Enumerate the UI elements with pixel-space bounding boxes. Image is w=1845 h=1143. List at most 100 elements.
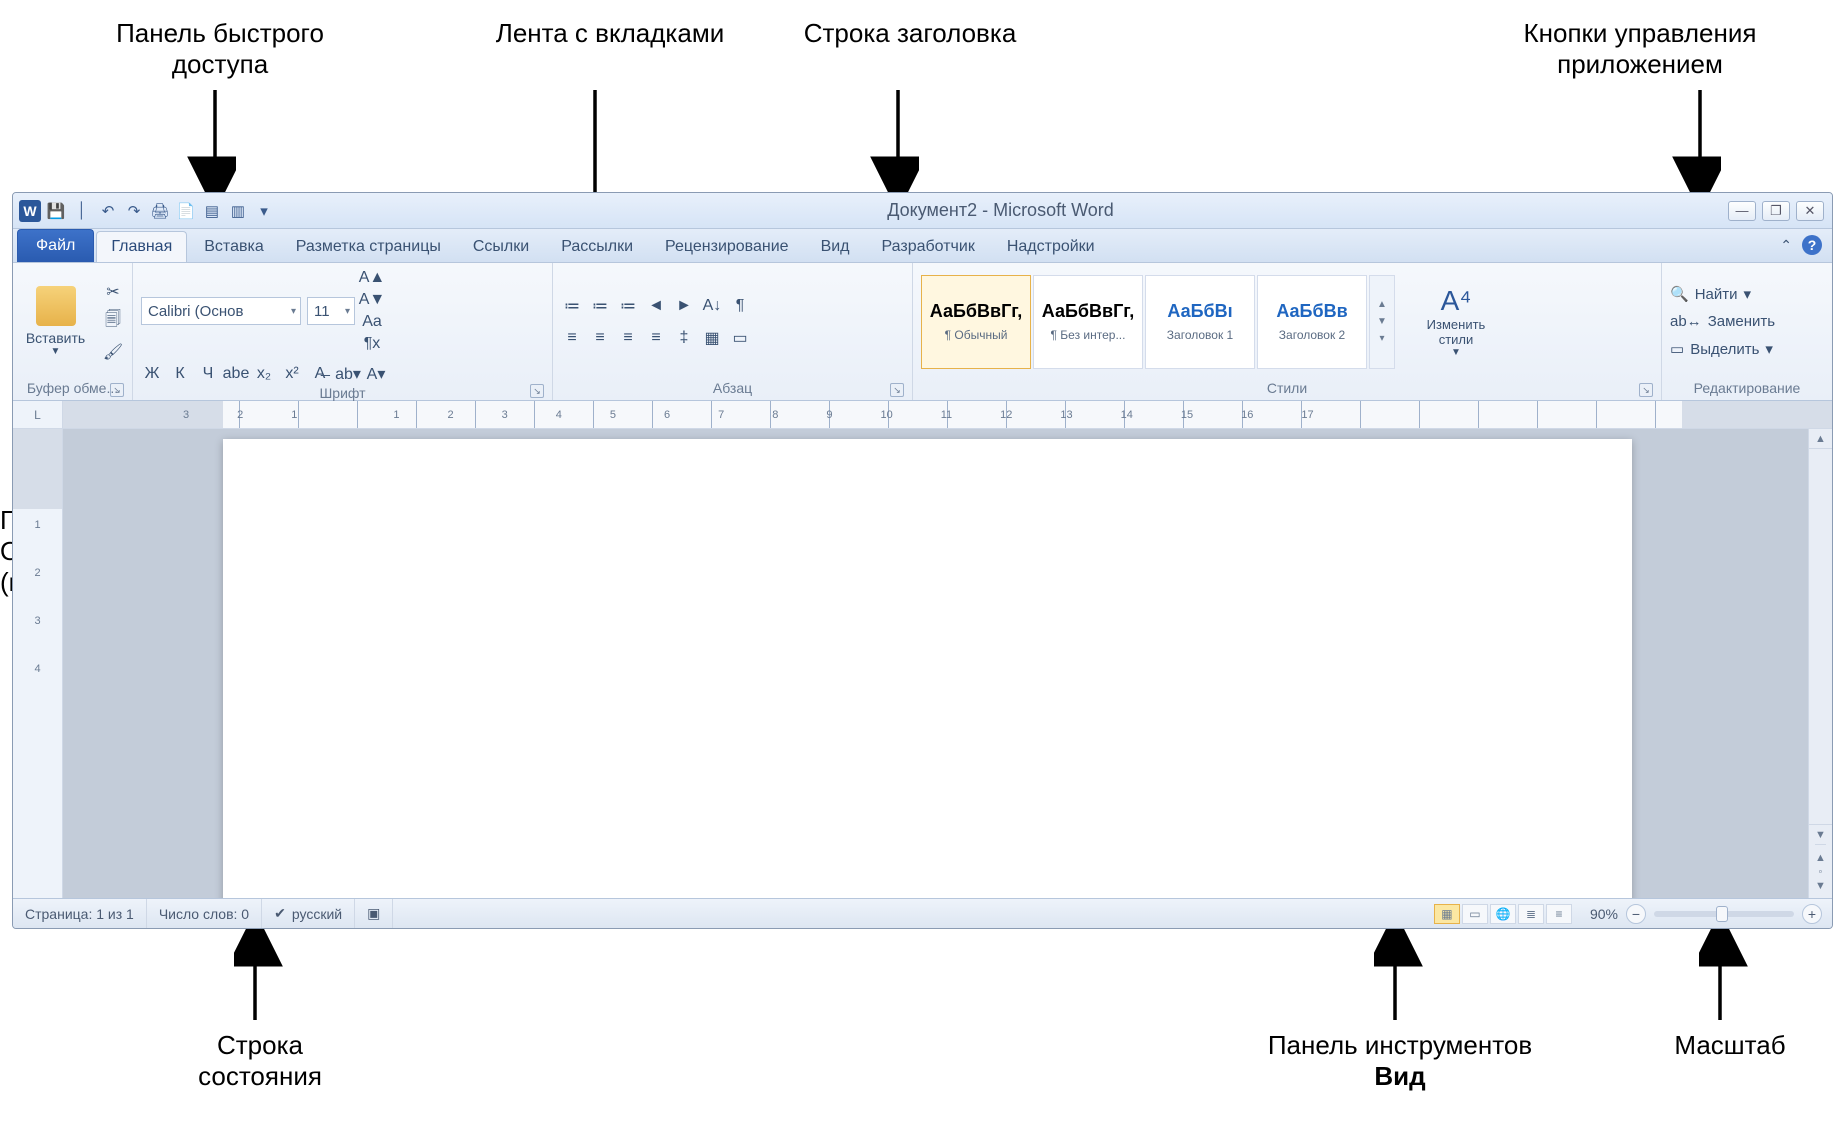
zoom-slider[interactable]	[1654, 911, 1794, 917]
qat-dd-icon[interactable]: ▾	[255, 202, 273, 220]
style-item[interactable]: АаБбВвГг,¶ Без интер...	[1033, 275, 1143, 369]
styles-gallery-more[interactable]: ▲▼▾	[1369, 275, 1395, 369]
font-btn[interactable]: ¶x	[361, 333, 383, 355]
tab-selector[interactable]: L	[13, 401, 63, 428]
qat-save-icon[interactable]: 💾	[47, 202, 65, 220]
tab-Ссылки[interactable]: Ссылки	[458, 231, 544, 262]
para-btn[interactable]: ≔	[617, 295, 639, 317]
font-btn[interactable]: A▾	[365, 363, 387, 385]
font-btn[interactable]: x₂	[253, 363, 275, 385]
tab-Рецензирование[interactable]: Рецензирование	[650, 231, 804, 262]
font-btn[interactable]: A▼	[361, 289, 383, 311]
tab-Главная[interactable]: Главная	[96, 231, 187, 262]
para-btn[interactable]: ◄	[645, 295, 667, 317]
font-btn[interactable]: A̶	[309, 363, 331, 385]
font-size-value: 11	[314, 303, 330, 320]
para-btn[interactable]: ≡	[617, 327, 639, 349]
font-btn[interactable]: Aa	[361, 311, 383, 333]
paragraph-dialog-launcher[interactable]: ↘	[890, 383, 904, 397]
para-btn[interactable]: ≡	[645, 327, 667, 349]
para-btn[interactable]: ‡	[673, 327, 695, 349]
tab-Вид[interactable]: Вид	[806, 231, 865, 262]
status-word-count[interactable]: Число слов: 0	[147, 899, 262, 928]
font-btn[interactable]: К	[169, 363, 191, 385]
qat-open-icon[interactable]: ▥	[229, 202, 247, 220]
para-btn[interactable]: A↓	[701, 295, 723, 317]
minimize-button[interactable]: —	[1728, 201, 1756, 221]
qat-new-icon[interactable]: ▤	[203, 202, 221, 220]
zoom-slider-knob[interactable]	[1716, 906, 1728, 922]
styles-dialog-launcher[interactable]: ↘	[1639, 383, 1653, 397]
title-bar[interactable]: W 💾 │ ↶ ↷ 🖨 📄 ▤ ▥ ▾ Документ2 - Microsof…	[13, 193, 1832, 229]
qat-sep-icon: │	[73, 202, 91, 220]
clipboard-dialog-launcher[interactable]: ↘	[110, 383, 124, 397]
replace-button[interactable]: ab↔ Заменить	[1670, 313, 1775, 330]
para-btn[interactable]: ≔	[561, 295, 583, 317]
font-btn[interactable]: abe	[225, 363, 247, 385]
horizontal-ruler[interactable]: 3211234567891011121314151617	[63, 401, 1832, 428]
font-btn[interactable]: x²	[281, 363, 303, 385]
para-btn[interactable]: ≔	[589, 295, 611, 317]
vertical-ruler[interactable]: 1234	[13, 429, 63, 898]
status-macro[interactable]: ▣	[355, 899, 393, 928]
app-icon[interactable]: W	[19, 200, 41, 222]
browse-object-controls[interactable]: ▲ ◦ ▼	[1815, 844, 1826, 898]
change-styles-button[interactable]: A⁴ Изменить стили ▼	[1413, 285, 1499, 358]
select-browse-object-icon[interactable]: ◦	[1819, 866, 1823, 878]
document-page[interactable]	[223, 439, 1632, 929]
tab-file[interactable]: Файл	[17, 229, 94, 262]
status-page[interactable]: Страница: 1 из 1	[13, 899, 147, 928]
group-clipboard-label: Буфер обме...	[27, 380, 118, 396]
paste-button[interactable]: Вставить ▼	[21, 275, 90, 369]
para-btn[interactable]: ▦	[701, 327, 723, 349]
cut-icon[interactable]: ✂	[102, 281, 124, 303]
minimize-ribbon-icon[interactable]: ⌃	[1780, 237, 1792, 254]
view-outline[interactable]: ≣	[1518, 904, 1544, 924]
format-painter-icon[interactable]: 🖌	[102, 341, 124, 363]
font-size-combo[interactable]: 11▾	[307, 297, 355, 325]
tab-Разметка страницы[interactable]: Разметка страницы	[281, 231, 456, 262]
para-btn[interactable]: ▭	[729, 327, 751, 349]
para-btn[interactable]: ¶	[729, 295, 751, 317]
font-btn[interactable]: A▲	[361, 267, 383, 289]
scroll-up-icon[interactable]: ▲	[1809, 429, 1832, 449]
font-btn[interactable]: Ж	[141, 363, 163, 385]
view-web[interactable]: 🌐	[1490, 904, 1516, 924]
status-language[interactable]: ✔ русский	[262, 899, 355, 928]
next-object-icon[interactable]: ▼	[1815, 880, 1826, 892]
style-item[interactable]: АаБбВıЗаголовок 1	[1145, 275, 1255, 369]
para-btn[interactable]: ►	[673, 295, 695, 317]
scroll-down-icon[interactable]: ▼	[1809, 824, 1832, 844]
tab-Вставка[interactable]: Вставка	[189, 231, 278, 262]
style-item[interactable]: АаБбВвЗаголовок 2	[1257, 275, 1367, 369]
qat-redo-icon[interactable]: ↷	[125, 202, 143, 220]
zoom-value[interactable]: 90%	[1590, 906, 1618, 922]
zoom-in-button[interactable]: +	[1802, 904, 1822, 924]
tab-Рассылки[interactable]: Рассылки	[546, 231, 648, 262]
copy-icon[interactable]: 🗐	[102, 311, 124, 333]
font-btn[interactable]: Ч	[197, 363, 219, 385]
prev-object-icon[interactable]: ▲	[1815, 852, 1826, 864]
font-dialog-launcher[interactable]: ↘	[530, 384, 544, 398]
qat-undo-icon[interactable]: ↶	[99, 202, 117, 220]
select-button[interactable]: ▭ Выделить ▾	[1670, 340, 1775, 358]
zoom-out-button[interactable]: −	[1626, 904, 1646, 924]
para-btn[interactable]: ≡	[561, 327, 583, 349]
para-btn[interactable]: ≡	[589, 327, 611, 349]
tab-Надстройки[interactable]: Надстройки	[992, 231, 1110, 262]
find-button[interactable]: 🔍 Найти ▾	[1670, 285, 1775, 303]
tab-Разработчик[interactable]: Разработчик	[867, 231, 990, 262]
vertical-scrollbar[interactable]: ▲ ▼ ▲ ◦ ▼	[1808, 429, 1832, 898]
styles-gallery[interactable]: АаБбВвГг,¶ ОбычныйАаБбВвГг,¶ Без интер..…	[921, 275, 1395, 369]
maximize-button[interactable]: ❐	[1762, 201, 1790, 221]
qat-preview-icon[interactable]: 📄	[177, 202, 195, 220]
view-draft[interactable]: ≡	[1546, 904, 1572, 924]
help-button[interactable]: ?	[1802, 235, 1822, 255]
style-item[interactable]: АаБбВвГг,¶ Обычный	[921, 275, 1031, 369]
qat-print-icon[interactable]: 🖨	[151, 202, 169, 220]
close-button[interactable]: ✕	[1796, 201, 1824, 221]
font-name-combo[interactable]: Calibri (Основ▾	[141, 297, 301, 325]
font-btn[interactable]: ab▾	[337, 363, 359, 385]
view-print-layout[interactable]: ▦	[1434, 904, 1460, 924]
view-full-screen[interactable]: ▭	[1462, 904, 1488, 924]
